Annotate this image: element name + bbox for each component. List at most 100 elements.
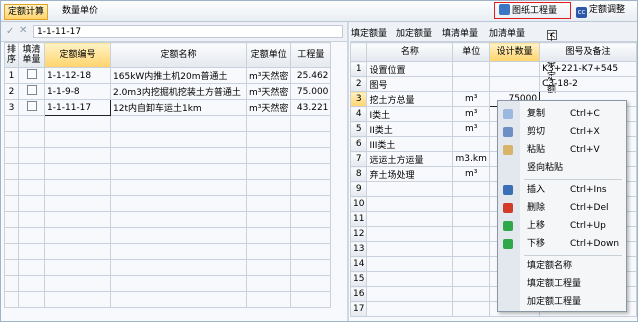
- item-unit[interactable]: [452, 226, 491, 242]
- quota-qty[interactable]: 43.221: [290, 99, 332, 116]
- fill-checkbox[interactable]: [26, 101, 37, 111]
- item-name[interactable]: 图号: [366, 76, 454, 92]
- col-header-fill[interactable]: 填清单量: [18, 42, 46, 68]
- table-row[interactable]: 1 设置位置 K3+221-K7+545: [349, 61, 637, 77]
- quota-code[interactable]: 1-1-11-17: [44, 99, 112, 116]
- menu-item-fill-qty[interactable]: 填定额工程量: [498, 275, 626, 293]
- code-input[interactable]: 1-1-11-17: [33, 25, 343, 38]
- pane-splitter[interactable]: [347, 22, 349, 321]
- item-name[interactable]: [366, 196, 454, 212]
- item-name[interactable]: [366, 271, 454, 287]
- item-note[interactable]: C3-18-2: [539, 76, 637, 92]
- menu-item-cut[interactable]: 剪切 Ctrl+X: [498, 123, 626, 141]
- cancel-icon[interactable]: ✕: [19, 25, 27, 36]
- quota-adjust-button[interactable]: cc 定额调整: [576, 4, 625, 18]
- col-header-design-qty[interactable]: 设计数量: [489, 42, 541, 62]
- item-unit[interactable]: [452, 286, 491, 302]
- menu-item-move-down[interactable]: 下移 Ctrl+Down: [498, 235, 626, 253]
- table-row[interactable]: [3, 291, 332, 308]
- tab-qty-price[interactable]: 数量单价: [59, 4, 101, 18]
- menu-item-vertical-paste[interactable]: 竖向粘贴: [498, 159, 626, 177]
- item-name[interactable]: 弃土场处理: [366, 166, 454, 182]
- quota-code[interactable]: 1-1-9-8: [44, 83, 112, 100]
- col-header-name[interactable]: 定额名称: [110, 42, 248, 68]
- table-row[interactable]: 2 1-1-9-8 2.0m3内挖掘机挖装土方普通土 m³天然密 75.000: [3, 83, 332, 100]
- item-name[interactable]: 远运土方运量: [366, 151, 454, 167]
- menu-item-add-qty[interactable]: 加定额工程量: [498, 293, 626, 311]
- quota-code[interactable]: 1-1-12-18: [44, 67, 112, 84]
- quota-qty[interactable]: 25.462: [290, 67, 332, 84]
- table-row[interactable]: [3, 195, 332, 212]
- menu-item-paste[interactable]: 粘贴 Ctrl+V: [498, 141, 626, 159]
- table-row[interactable]: [3, 243, 332, 260]
- item-unit[interactable]: [452, 61, 491, 77]
- item-qty[interactable]: [489, 76, 541, 92]
- quota-qty[interactable]: 75.000: [290, 83, 332, 100]
- table-row[interactable]: 3 1-1-11-17 12t内自卸车运土1km m³天然密 43.221: [3, 99, 332, 116]
- table-row[interactable]: 1 1-1-12-18 165kW内推土机20m普通土 m³天然密 25.462: [3, 67, 332, 84]
- col-header-note[interactable]: 图号及备注: [539, 42, 637, 62]
- item-name[interactable]: I类土: [366, 106, 454, 122]
- item-unit[interactable]: [452, 301, 491, 317]
- quota-unit[interactable]: m³天然密: [246, 99, 292, 116]
- item-unit[interactable]: m³: [452, 121, 491, 137]
- table-row[interactable]: [3, 211, 332, 228]
- fill-quota-qty-button[interactable]: 填定额量: [351, 26, 387, 39]
- table-row[interactable]: 2 图号 C3-18-2: [349, 76, 637, 92]
- item-unit[interactable]: m³: [452, 106, 491, 122]
- item-name[interactable]: 挖土方总量: [366, 91, 454, 107]
- add-list-qty-button[interactable]: 加清单量: [489, 26, 525, 39]
- item-name[interactable]: [366, 301, 454, 317]
- drawing-qty-button[interactable]: 图纸工程量: [499, 4, 557, 17]
- quota-name[interactable]: 2.0m3内挖掘机挖装土方普通土: [110, 83, 248, 100]
- item-qty[interactable]: [489, 61, 541, 77]
- item-unit[interactable]: [452, 241, 491, 257]
- table-row[interactable]: [3, 115, 332, 132]
- add-quota-qty-button[interactable]: 加定额量: [396, 26, 432, 39]
- item-note[interactable]: K3+221-K7+545: [539, 61, 637, 77]
- fill-checkbox[interactable]: [26, 69, 37, 79]
- fill-checkbox[interactable]: [26, 85, 37, 95]
- fill-list-qty-button[interactable]: 填清单量: [442, 26, 478, 39]
- item-unit[interactable]: [452, 76, 491, 92]
- item-name[interactable]: [366, 241, 454, 257]
- menu-item-fill-name[interactable]: 填定额名称: [498, 257, 626, 275]
- item-name[interactable]: [366, 181, 454, 197]
- item-unit[interactable]: [452, 181, 491, 197]
- table-row[interactable]: [3, 147, 332, 164]
- col-header-unit[interactable]: 单位: [452, 42, 491, 62]
- table-row[interactable]: [3, 163, 332, 180]
- item-unit[interactable]: [452, 256, 491, 272]
- item-unit[interactable]: [452, 136, 491, 152]
- item-unit[interactable]: m3.km: [452, 151, 491, 167]
- item-name[interactable]: 设置位置: [366, 61, 454, 77]
- item-name[interactable]: [366, 211, 454, 227]
- tab-quota-calc[interactable]: 定额计算: [4, 4, 49, 20]
- item-name[interactable]: [366, 286, 454, 302]
- col-header-code[interactable]: 定额编号: [44, 42, 112, 68]
- col-header-qty[interactable]: 工程量: [290, 42, 332, 68]
- menu-item-insert[interactable]: 插入 Ctrl+Ins: [498, 181, 626, 199]
- table-row[interactable]: [3, 275, 332, 292]
- menu-item-copy[interactable]: 复制 Ctrl+C: [498, 105, 626, 123]
- confirm-icon[interactable]: ✓: [6, 26, 14, 37]
- item-unit[interactable]: [452, 271, 491, 287]
- item-unit[interactable]: [452, 211, 491, 227]
- menu-item-move-up[interactable]: 上移 Ctrl+Up: [498, 217, 626, 235]
- table-row[interactable]: [3, 259, 332, 276]
- col-header-name[interactable]: 名称: [366, 42, 454, 62]
- item-unit[interactable]: m³: [452, 166, 491, 182]
- item-unit[interactable]: m³: [452, 91, 491, 107]
- quota-unit[interactable]: m³天然密: [246, 83, 292, 100]
- quota-unit[interactable]: m³天然密: [246, 67, 292, 84]
- table-row[interactable]: [3, 131, 332, 148]
- menu-item-delete[interactable]: 删除 Ctrl+Del: [498, 199, 626, 217]
- item-name[interactable]: [366, 226, 454, 242]
- item-unit[interactable]: [452, 196, 491, 212]
- col-header-sort[interactable]: 排序: [3, 42, 20, 68]
- item-name[interactable]: III类土: [366, 136, 454, 152]
- table-row[interactable]: [3, 227, 332, 244]
- item-name[interactable]: II类土: [366, 121, 454, 137]
- quota-name[interactable]: 165kW内推土机20m普通土: [110, 67, 248, 84]
- quota-name[interactable]: 12t内自卸车运土1km: [110, 99, 248, 116]
